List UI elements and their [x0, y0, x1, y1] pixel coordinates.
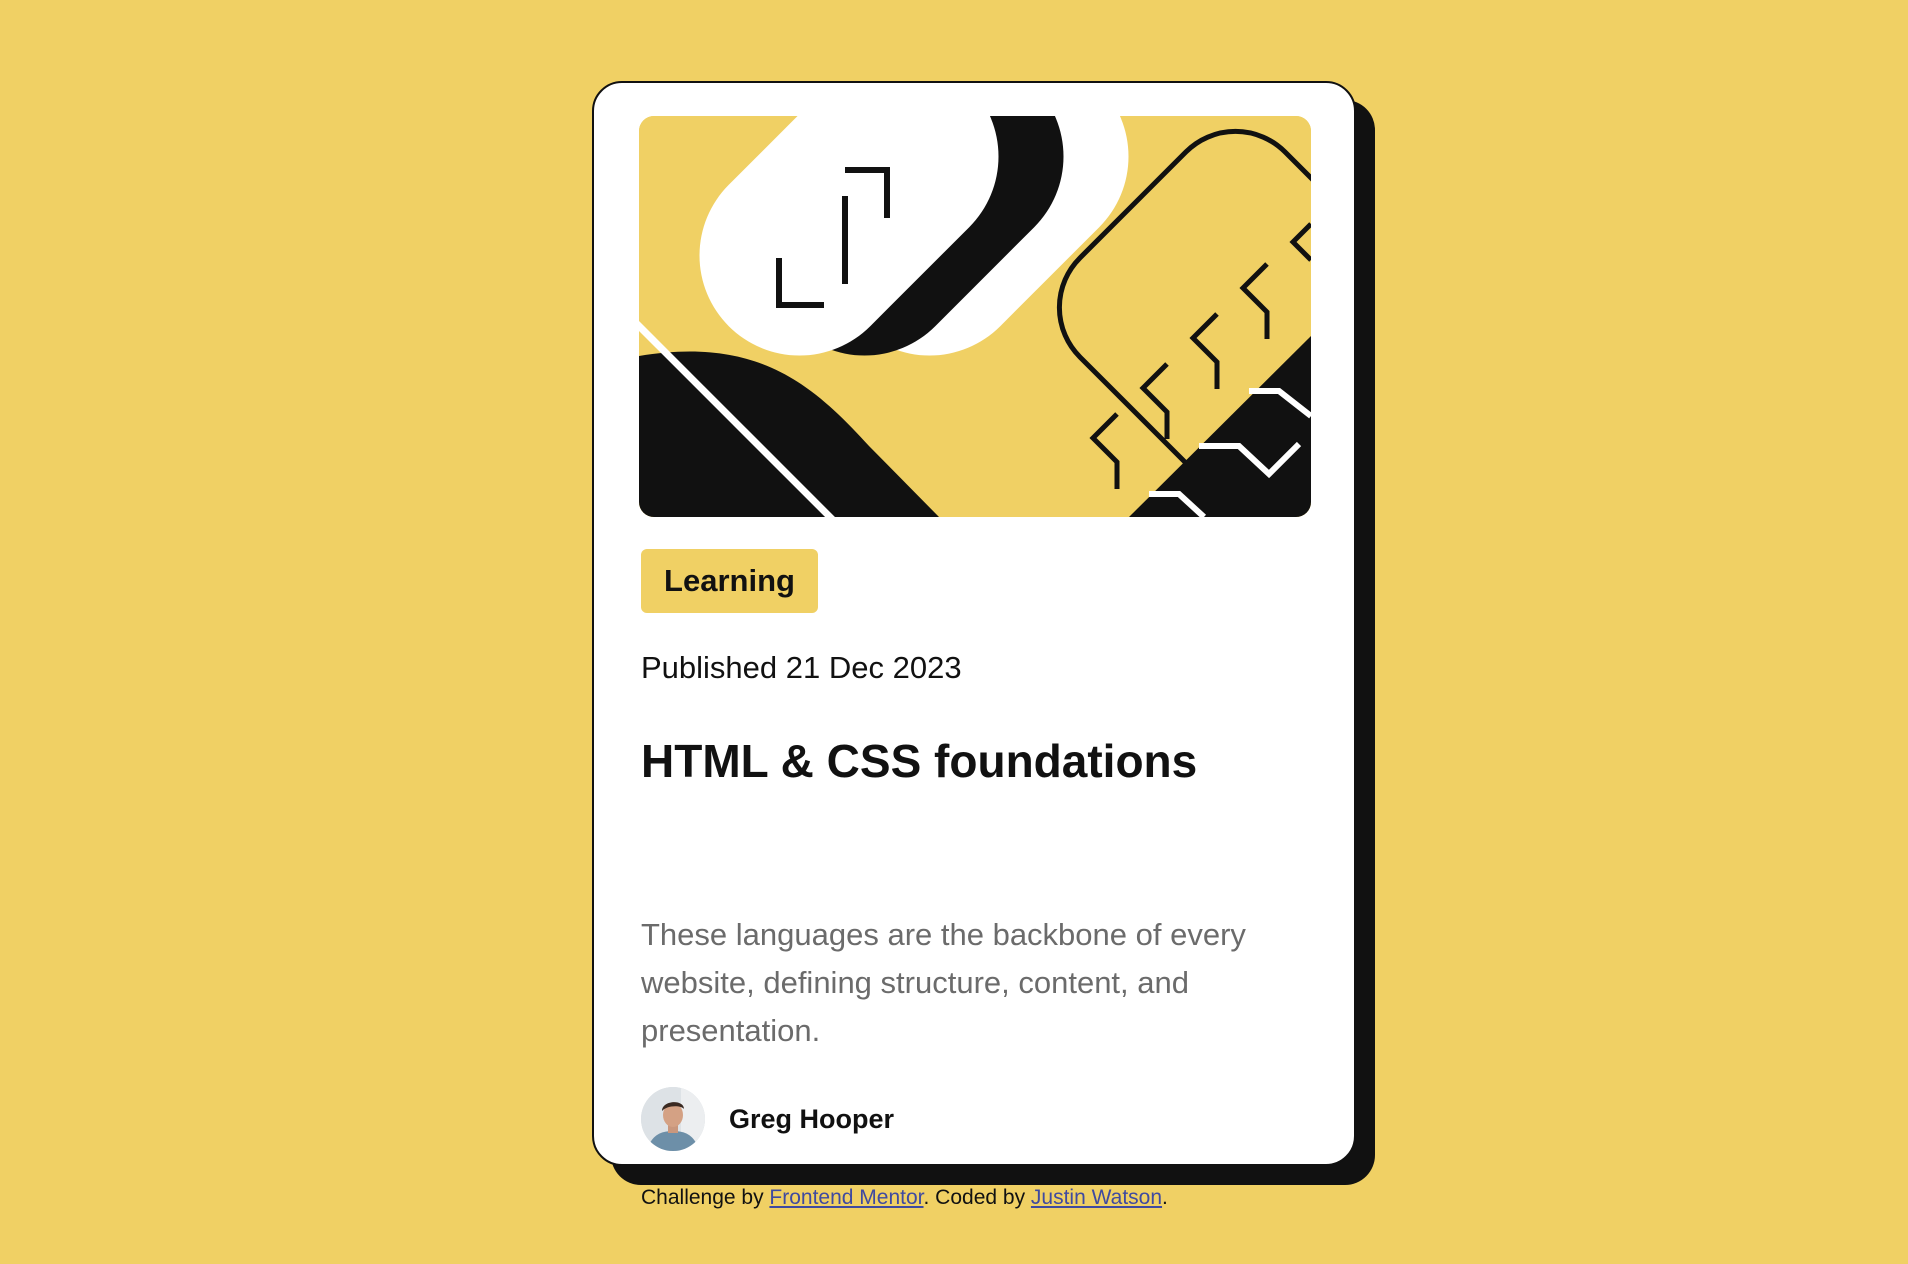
- card-description: These languages are the backbone of ever…: [641, 917, 1246, 1048]
- attribution-middle: . Coded by: [923, 1186, 1031, 1209]
- attribution-suffix: .: [1162, 1186, 1168, 1209]
- card-title[interactable]: HTML & CSS foundations: [641, 734, 1197, 788]
- published-date: Published 21 Dec 2023: [641, 650, 962, 685]
- blog-preview-card: Learning Published 21 Dec 2023 HTML & CS…: [592, 81, 1356, 1209]
- hero-illustration: [639, 116, 1311, 517]
- category-tag: Learning: [641, 549, 818, 613]
- attribution: Challenge by Frontend Mentor. Coded by J…: [641, 1186, 1168, 1210]
- author: Greg Hooper: [641, 1087, 894, 1151]
- frontend-mentor-link[interactable]: Frontend Mentor: [769, 1186, 923, 1209]
- author-link[interactable]: Justin Watson: [1031, 1186, 1162, 1209]
- attribution-prefix: Challenge by: [641, 1186, 770, 1209]
- author-name: Greg Hooper: [729, 1103, 895, 1134]
- author-avatar: [641, 1087, 705, 1151]
